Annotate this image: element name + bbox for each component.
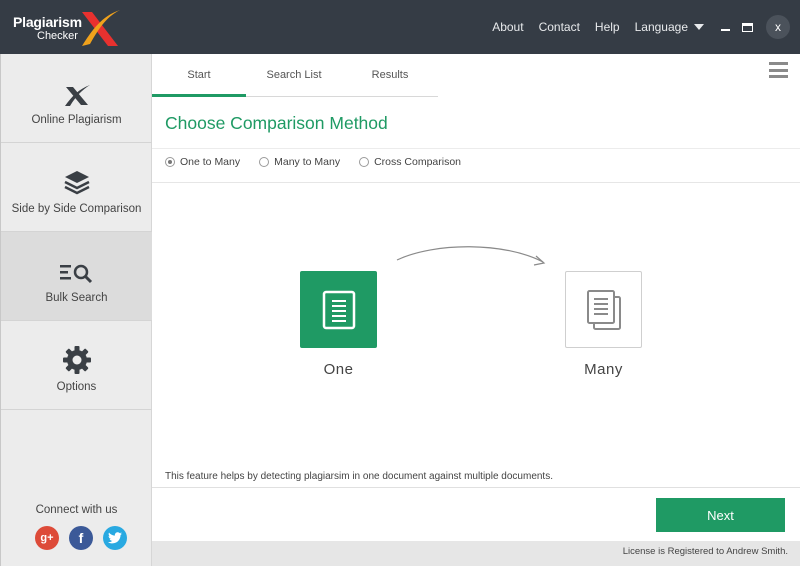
- facebook-icon[interactable]: f: [69, 526, 93, 550]
- radio-cross-comparison[interactable]: Cross Comparison: [359, 156, 461, 168]
- radio-button[interactable]: [259, 157, 270, 167]
- minimize-button[interactable]: [716, 18, 734, 36]
- gear-icon: [62, 346, 91, 374]
- close-button[interactable]: x: [766, 15, 790, 39]
- top-navigation: About Contact Help Language x: [492, 0, 800, 54]
- list-search-icon: [59, 264, 92, 284]
- sidebar-item-options[interactable]: Options: [1, 321, 152, 410]
- maximize-button[interactable]: [738, 18, 756, 36]
- divider: [152, 182, 800, 183]
- layers-icon: [63, 171, 90, 195]
- social-links: g+ f: [35, 526, 137, 550]
- curved-arrow-icon: [396, 246, 546, 266]
- divider: [152, 148, 800, 149]
- sidebar-item-label: Options: [56, 381, 97, 393]
- x-logo-icon: [64, 85, 90, 106]
- comparison-method-options: One to Many Many to Many Cross Compariso…: [165, 156, 480, 168]
- next-button[interactable]: Next: [656, 498, 785, 532]
- hamburger-menu-icon[interactable]: [769, 62, 788, 78]
- many-label: Many: [584, 361, 623, 378]
- logo-text-line2: Checker: [37, 30, 78, 42]
- sidebar-item-online-plagiarism[interactable]: Online Plagiarism: [1, 54, 152, 143]
- tab-results[interactable]: Results: [342, 54, 438, 97]
- google-plus-icon[interactable]: g+: [35, 526, 59, 550]
- radio-label: Cross Comparison: [374, 156, 462, 168]
- main-panel: Start Search List Results Choose Compari…: [152, 54, 800, 541]
- feature-description: This feature helps by detecting plagiars…: [165, 471, 553, 482]
- radio-button[interactable]: [165, 157, 175, 167]
- sidebar-item-bulk-search[interactable]: Bulk Search: [1, 232, 152, 321]
- one-document-tile[interactable]: [300, 271, 377, 348]
- twitter-icon[interactable]: [103, 526, 127, 550]
- logo-text-line1: Plagiarism: [13, 14, 82, 30]
- title-bar: Plagiarism Checker About Contact Help La…: [0, 0, 800, 54]
- language-label: Language: [634, 20, 688, 34]
- sidebar-item-side-by-side[interactable]: Side by Side Comparison: [1, 143, 152, 232]
- documents-icon: [586, 289, 621, 330]
- sidebar-item-label: Online Plagiarism: [31, 114, 122, 126]
- help-link[interactable]: Help: [595, 20, 620, 34]
- radio-many-to-many[interactable]: Many to Many: [259, 156, 340, 168]
- minimize-icon: [720, 28, 730, 31]
- license-text: License is Registered to Andrew Smith.: [622, 546, 788, 557]
- connect-label: Connect with us: [35, 504, 118, 516]
- sidebar-item-label: Side by Side Comparison: [11, 203, 142, 215]
- radio-button[interactable]: [359, 157, 370, 167]
- chevron-down-icon: [694, 24, 704, 30]
- document-icon: [322, 290, 355, 329]
- tab-start[interactable]: Start: [152, 54, 246, 97]
- radio-one-to-many[interactable]: One to Many: [165, 156, 240, 168]
- radio-label: One to Many: [180, 156, 241, 168]
- tab-bar: Start Search List Results: [152, 54, 438, 97]
- tab-search-list[interactable]: Search List: [246, 54, 342, 97]
- status-bar: License is Registered to Andrew Smith.: [152, 541, 800, 566]
- app-logo: Plagiarism Checker: [12, 8, 124, 48]
- radio-label: Many to Many: [274, 156, 341, 168]
- many-documents-tile[interactable]: [565, 271, 642, 348]
- sidebar: Online Plagiarism Side by Side Compariso…: [0, 54, 152, 566]
- page-title: Choose Comparison Method: [165, 113, 388, 133]
- one-label: One: [323, 361, 354, 378]
- sidebar-item-label: Bulk Search: [45, 292, 108, 304]
- about-link[interactable]: About: [492, 20, 523, 34]
- twitter-bird-icon: [108, 532, 122, 544]
- language-dropdown[interactable]: Language: [635, 20, 704, 34]
- contact-link[interactable]: Contact: [539, 20, 580, 34]
- maximize-icon: [741, 22, 753, 32]
- divider: [152, 487, 800, 488]
- logo-x-icon: [82, 10, 120, 46]
